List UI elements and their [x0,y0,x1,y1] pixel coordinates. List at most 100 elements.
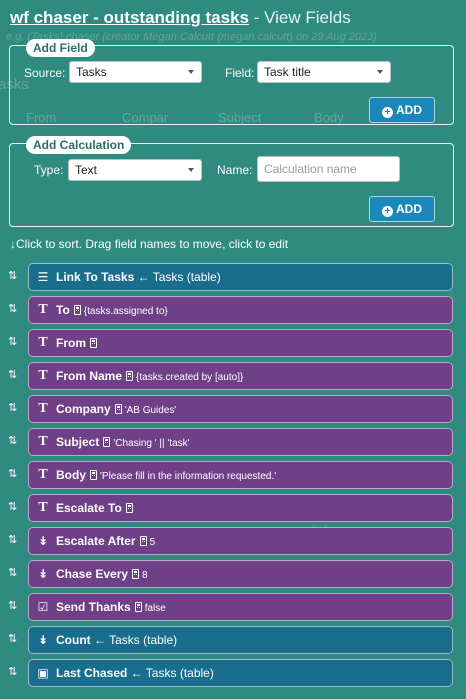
list-icon: ☰ [37,270,49,284]
field-row: ⇅ T Escalate To [0,494,466,522]
text-type-icon: T [38,335,48,350]
sort-arrows-icon[interactable]: ⇅ [8,368,17,381]
field-item[interactable]: T From [28,329,453,357]
add-field-button[interactable]: + ADD [369,97,435,123]
calculator-icon [73,305,81,315]
field-select[interactable]: Task title [257,61,391,83]
field-row: ⇅ ☑ Send Thanks false [0,593,466,621]
calculator-icon [126,371,134,381]
calculator-icon [114,404,122,414]
sort-arrows-icon[interactable]: ⇅ [8,401,17,414]
field-expression: 'Please fill in the information requeste… [100,471,277,482]
calculator-icon [134,602,142,612]
number-sort-icon: ↡ [37,567,49,581]
text-type-icon: T [38,467,48,482]
source-label: Source: [24,66,66,80]
calculation-name-input[interactable]: Calculation name [257,156,400,182]
field-item[interactable]: ☑ Send Thanks false [28,593,453,621]
field-row: ⇅ ☰ Link To Tasks ← Tasks (table) [0,263,466,291]
name-label: Name: [217,163,253,177]
field-row: ⇅ ▣ Last Chased ← Tasks (table) [0,659,466,687]
field-row: ⇅ T From Name {tasks.created by [auto]} [0,362,466,390]
field-item[interactable]: T Escalate To [28,494,453,522]
plus-icon: + [382,107,393,118]
field-name: Subject [56,435,100,449]
text-type-icon: T [38,401,48,416]
add-calculation-legend: Add Calculation [26,136,132,154]
field-name: Escalate To [56,501,122,515]
number-sort-icon: ↡ [37,534,49,548]
sort-arrows-icon[interactable]: ⇅ [8,533,17,546]
field-item[interactable]: ↡ Count ← Tasks (table) [28,626,453,654]
field-row: ⇅ T From [0,329,466,357]
source-select[interactable]: Tasks [69,61,202,83]
field-row: ⇅ T Company 'AB Guides' [0,395,466,423]
sort-arrows-icon[interactable]: ⇅ [8,500,17,513]
sort-arrows-icon[interactable]: ⇅ [8,665,17,678]
field-item[interactable]: ☰ Link To Tasks ← Tasks (table) [28,263,453,291]
sort-arrows-icon[interactable]: ⇅ [8,599,17,612]
table-name-link[interactable]: wf chaser - outstanding tasks [10,8,249,27]
field-item[interactable]: ↡ Chase Every 8 [28,560,453,588]
field-row: ⇅ T To {tasks.assigned to} [0,296,466,324]
field-relation: ← Tasks (table) [90,633,178,647]
field-name: Count [56,633,91,647]
field-item[interactable]: T From Name {tasks.created by [auto]} [28,362,453,390]
sort-arrows-icon[interactable]: ⇅ [8,566,17,579]
field-name: Chase Every [56,567,129,581]
calculator-icon [90,470,97,480]
view-name: - View Fields [249,8,351,27]
field-relation: ← Tasks (table) [127,666,214,680]
type-select-value: Text [75,163,98,177]
field-item[interactable]: ↡ Escalate After 5 [28,527,453,555]
sort-hint: ↓Click to sort. Drag field names to move… [10,237,289,251]
field-row: ⇅ ↡ Escalate After 5 [0,527,466,555]
sort-arrows-icon[interactable]: ⇅ [8,269,17,282]
field-name: To [56,303,70,317]
field-name: Company [56,402,111,416]
field-expression: 8 [142,570,148,581]
page-title: wf chaser - outstanding tasks - View Fie… [10,8,351,28]
add-calculation-button-label: ADD [396,202,422,216]
sort-arrows-icon[interactable]: ⇅ [8,467,17,480]
field-name: Last Chased [56,666,128,680]
field-row: ⇅ T Body 'Please fill in the information re… [0,461,466,489]
calculator-icon [132,569,140,579]
field-name: Link To Tasks [56,270,135,284]
field-item[interactable]: T Body 'Please fill in the information req… [28,461,453,489]
field-relation: ← Tasks (table) [134,270,221,284]
field-item[interactable]: T To {tasks.assigned to} [28,296,453,324]
text-type-icon: T [38,302,48,317]
calculator-icon [139,536,147,546]
sort-arrows-icon[interactable]: ⇅ [8,632,17,645]
field-name: From Name [56,369,123,383]
type-label: Type: [34,163,64,177]
field-row: ⇅ ↡ Chase Every 8 [0,560,466,588]
field-name: Body [56,468,86,482]
chevron-down-icon [188,168,194,172]
sort-arrows-icon[interactable]: ⇅ [8,434,17,447]
field-row: ⇅ T Subject 'Chasing ' || 'task' [0,428,466,456]
sort-arrows-icon[interactable]: ⇅ [8,335,17,348]
calculator-icon [103,437,111,447]
source-select-value: Tasks [76,65,107,79]
calendar-icon: ▣ [37,666,49,680]
field-expression: 'Chasing ' || 'task' [113,438,190,449]
add-field-legend: Add Field [26,39,95,57]
field-item[interactable]: T Subject 'Chasing ' || 'task' [28,428,453,456]
text-type-icon: T [38,368,48,383]
sort-arrows-icon[interactable]: ⇅ [8,302,17,315]
field-item[interactable]: T Company 'AB Guides' [28,395,453,423]
add-calculation-button[interactable]: + ADD [369,196,435,222]
field-item[interactable]: ▣ Last Chased ← Tasks (table) [28,659,453,687]
field-select-value: Task title [264,65,311,79]
chevron-down-icon [188,70,194,74]
field-expression: {tasks.assigned to} [83,306,168,317]
field-expression: {tasks.created by [auto]} [136,372,244,383]
add-field-button-label: ADD [396,103,422,117]
text-type-icon: T [38,434,48,449]
type-select[interactable]: Text [68,159,202,181]
field-label: Field: [225,66,255,80]
field-expression: false [144,603,166,614]
field-name: From [56,336,86,350]
